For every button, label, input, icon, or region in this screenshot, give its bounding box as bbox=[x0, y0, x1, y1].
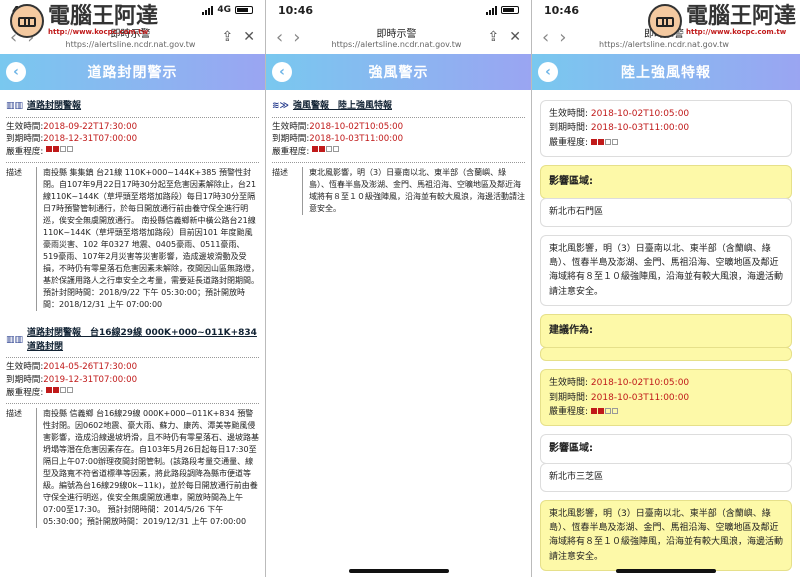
url-text[interactable]: https://alertsline.ncdr.nat.gov.tw bbox=[312, 40, 481, 49]
alert-heading[interactable]: ▥▥ 道路封閉警報 bbox=[6, 100, 259, 114]
severity-indicator bbox=[46, 386, 74, 400]
area-value: 新北市石門區 bbox=[540, 198, 792, 227]
area-label: 影響區域: bbox=[540, 434, 792, 465]
alert-description: 東北風影響，明（3）日臺南以北、東半部（含蘭嶼、綠島）、恆春半島及澎湖、金門、馬… bbox=[540, 499, 792, 572]
effective-time: 2014-05-26T17:30:00 bbox=[43, 362, 138, 373]
page-title: 強風警示 bbox=[368, 65, 429, 81]
page-header: ‹ 道路封閉警示 bbox=[0, 54, 265, 90]
battery-icon bbox=[501, 6, 519, 14]
page-title: 陸上強風特報 bbox=[621, 65, 711, 81]
phone-road-closure: 電腦王阿達 http://www.kocpc.com.tw 46 4G ‹› 即… bbox=[0, 0, 266, 577]
alert-heading[interactable]: ▥▥ 道路封閉警報 台16線29線 000K+000~011K+834 道路封閉 bbox=[6, 327, 259, 354]
back-nav-icon[interactable]: ‹ bbox=[542, 27, 549, 48]
severity-indicator bbox=[591, 139, 619, 146]
alert-description: 南投縣 信義鄉 台16線29線 000K+000~011K+834 預警性封閉。… bbox=[36, 407, 259, 528]
severity-indicator bbox=[312, 146, 340, 159]
severity-indicator bbox=[591, 408, 619, 415]
effective-time: 2018-10-02T10:05:00 bbox=[590, 378, 690, 389]
alert-item: ▥▥ 道路封閉警報 生效時間: 2018-09-22T17:30:00 到期時間:… bbox=[6, 100, 259, 312]
advice-value bbox=[540, 347, 792, 362]
road-barrier-icon: ▥▥ bbox=[6, 101, 24, 111]
watermark-url: http://www.kocpc.com.tw bbox=[685, 28, 787, 36]
url-text[interactable]: https://alertsline.ncdr.nat.gov.tw bbox=[46, 40, 215, 49]
expire-time: 2018-12-31T07:00:00 bbox=[43, 134, 138, 145]
network-label: 4G bbox=[217, 5, 231, 15]
url-text[interactable]: https://alertsline.ncdr.nat.gov.tw bbox=[578, 40, 750, 49]
severity-indicator bbox=[46, 146, 74, 159]
back-nav-icon[interactable]: ‹ bbox=[276, 27, 283, 48]
back-button[interactable]: ‹ bbox=[6, 62, 26, 82]
expire-time: 2018-10-03T11:00:00 bbox=[309, 134, 404, 145]
phone-strong-wind: 10:46 ‹ › 即時示警 https://alertsline.ncdr.na… bbox=[266, 0, 532, 577]
home-indicator[interactable] bbox=[348, 569, 449, 573]
time-card: 生效時間: 2018-10-02T10:05:00 到期時間: 2018-10-… bbox=[540, 100, 792, 158]
home-indicator[interactable] bbox=[616, 569, 716, 573]
url-title: 即時示警 bbox=[376, 29, 417, 40]
forward-nav-icon[interactable]: › bbox=[293, 27, 300, 48]
watermark-url: http://www.kocpc.com.tw bbox=[48, 28, 149, 36]
page-header: ‹ 強風警示 bbox=[266, 54, 531, 90]
watermark: 電腦王阿達 http://www.kocpc.com.tw bbox=[647, 4, 796, 38]
signal-icon bbox=[202, 5, 214, 15]
watermark-text: 電腦王阿達 bbox=[685, 4, 796, 29]
watermark-text: 電腦王阿達 bbox=[48, 4, 159, 29]
watermark: 電腦王阿達 http://www.kocpc.com.tw bbox=[10, 4, 158, 38]
share-icon[interactable]: ⇪ bbox=[488, 29, 500, 45]
alert-description: 南投縣 集集鎮 台21線 110K+000~144K+385 預警性封閉。自10… bbox=[36, 167, 259, 312]
close-icon[interactable]: ✕ bbox=[509, 29, 521, 45]
alert-list: ≋≫ 強風警報 陸上強風特報 生效時間: 2018-10-02T10:05:00 … bbox=[272, 100, 525, 216]
close-icon[interactable]: ✕ bbox=[243, 29, 255, 45]
share-icon[interactable]: ⇪ bbox=[222, 29, 234, 45]
advice-label: 建議作為: bbox=[540, 314, 792, 349]
url-bar: ‹ › 即時示警 https://alertsline.ncdr.nat.gov.… bbox=[266, 20, 531, 54]
effective-time: 2018-09-22T17:30:00 bbox=[43, 121, 138, 132]
alert-heading[interactable]: ≋≫ 強風警報 陸上強風特報 bbox=[272, 100, 525, 114]
page-title: 道路封閉警示 bbox=[87, 65, 178, 81]
battery-icon bbox=[235, 6, 253, 14]
back-button[interactable]: ‹ bbox=[272, 62, 292, 82]
watermark-face-icon bbox=[647, 4, 682, 38]
alert-detail: 生效時間: 2018-10-02T10:05:00 到期時間: 2018-10-… bbox=[532, 90, 800, 577]
status-time: 10:46 bbox=[278, 3, 314, 17]
road-barrier-icon: ▥▥ bbox=[6, 334, 24, 345]
phone-land-wind: 電腦王阿達 http://www.kocpc.com.tw 10:46 ‹› 即… bbox=[532, 0, 800, 577]
forward-nav-icon[interactable]: › bbox=[559, 27, 566, 48]
effective-time: 2018-10-02T10:05:00 bbox=[590, 109, 690, 119]
area-label: 影響區域: bbox=[540, 165, 792, 200]
watermark-face-icon bbox=[10, 4, 44, 38]
signal-icon bbox=[486, 5, 497, 15]
page-header: ‹ 陸上強風特報 bbox=[532, 54, 800, 90]
expire-time: 2018-10-03T11:00:00 bbox=[590, 123, 690, 134]
alert-description: 東北風影響，明（3）日臺南以北、東半部（含蘭嶼、綠島）、恆春半島及澎湖、金門、馬… bbox=[540, 234, 792, 307]
time-card: 生效時間: 2018-10-02T10:05:00 到期時間: 2018-10-… bbox=[540, 369, 792, 427]
status-time: 10:46 bbox=[544, 3, 580, 17]
area-value: 新北市三芝區 bbox=[540, 463, 792, 492]
expire-time: 2019-12-31T07:00:00 bbox=[43, 375, 138, 386]
alert-list: ▥▥ 道路封閉警報 生效時間: 2018-09-22T17:30:00 到期時間:… bbox=[0, 90, 265, 532]
back-button[interactable]: ‹ bbox=[538, 62, 558, 82]
effective-time: 2018-10-02T10:05:00 bbox=[309, 121, 404, 132]
status-bar: 10:46 bbox=[266, 0, 531, 20]
wind-icon: ≋≫ bbox=[272, 101, 289, 111]
alert-description: 東北風影響，明（3）日臺南以北、東半部（含蘭嶼、綠島）、恆春半島及澎湖、金門、馬… bbox=[302, 167, 525, 216]
expire-time: 2018-10-03T11:00:00 bbox=[590, 392, 690, 403]
alert-item: ▥▥ 道路封閉警報 台16線29線 000K+000~011K+834 道路封閉… bbox=[6, 327, 259, 528]
